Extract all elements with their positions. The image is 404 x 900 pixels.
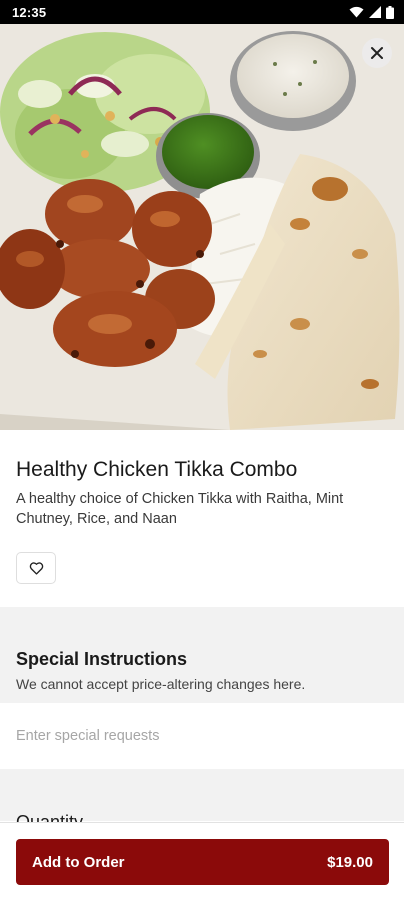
special-instructions-title: Special Instructions (16, 649, 188, 669)
special-instructions-note: We cannot accept price-altering changes … (16, 676, 306, 692)
item-photo (0, 24, 404, 430)
add-to-order-label: Add to Order (32, 853, 125, 871)
item-title: Healthy Chicken Tikka Combo (16, 458, 298, 481)
food-image (0, 24, 404, 430)
status-bar: 12:35 (0, 0, 404, 24)
signal-icon (369, 6, 381, 18)
special-requests-input[interactable] (0, 703, 404, 769)
item-description: A healthy choice of Chicken Tikka with R… (16, 491, 344, 527)
status-time: 12:35 (12, 4, 47, 20)
order-price: $19.00 (327, 853, 373, 871)
battery-icon (386, 5, 394, 19)
add-to-order-button[interactable]: Add to Order $19.00 (16, 839, 389, 885)
close-button[interactable] (362, 38, 392, 68)
section-divider (0, 607, 404, 635)
wifi-icon (349, 6, 364, 18)
bottom-action-bar: Add to Order $19.00 (0, 822, 404, 900)
close-icon (371, 47, 383, 59)
favorite-button[interactable] (16, 552, 56, 584)
status-icons (349, 5, 394, 19)
special-instructions-section: Special Instructions We cannot accept pr… (0, 635, 404, 703)
item-details: Healthy Chicken Tikka Combo A healthy ch… (0, 430, 404, 584)
heart-icon (29, 562, 43, 575)
